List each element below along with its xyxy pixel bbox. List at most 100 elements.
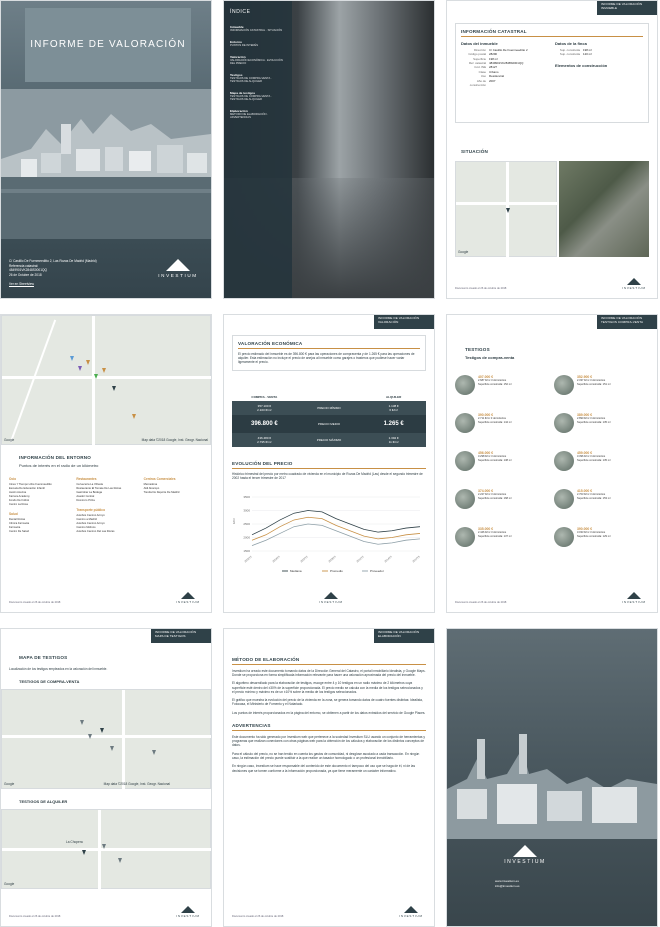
cover-address-line: C/ Castillo De Fuenmeeditto 2, Las Rozas… [9, 259, 97, 263]
poi-column: Ocio Cines Y Tiempo Libre Fuenmeeditto E… [9, 477, 52, 534]
poi-pin-icon[interactable] [132, 414, 136, 419]
testigo-card[interactable]: 374.000 €2.227 €/m² 3 dormitorios Superfi… [455, 489, 550, 519]
testigo-pin-icon[interactable] [100, 728, 104, 733]
village-photo [447, 734, 657, 839]
toc-group[interactable]: Valoración VALORACIÓN ECONÓMICA · EVOLUCI… [230, 55, 286, 65]
evolucion-title: EVOLUCIÓN DEL PRECIO [232, 461, 293, 466]
toc-group[interactable]: Mapa de testigos TESTIGOS DE COMPRA-VENTA… [230, 91, 286, 101]
cover-title: INFORME DE VALORACIÓN [30, 39, 186, 50]
y-tick-label: 3500 [243, 495, 250, 499]
cover-address: C/ Castillo De Fuenmeeditto 2, Las Rozas… [9, 259, 97, 286]
place-label: La Chopera [66, 840, 83, 844]
testigo-card[interactable]: 415.000 €2.703 €/m² 3 dormitorios Superfi… [554, 489, 649, 519]
google-attribution: Google [4, 437, 15, 442]
testigo-card[interactable]: 389.000 €2.890 €/m² 3 dormitorios Superfi… [554, 413, 649, 443]
testigo-pin-icon[interactable] [88, 734, 92, 739]
logo-mark-icon [404, 906, 418, 913]
x-tick-label: 2017T3 [411, 554, 421, 563]
metodo-paragraph: El algoritmo desarrollado para la elabor… [232, 681, 423, 694]
testigos-title: TESTIGOS [465, 347, 490, 352]
page-header: INFORME DE VALORACIÓN TESTIGOS COMPRA-VEN… [597, 315, 657, 329]
brand-wordmark: INVESTIUM [158, 273, 198, 278]
property-photo [455, 527, 475, 547]
aerial-photo [559, 161, 649, 257]
divider [461, 36, 643, 37]
testigo-pin-icon[interactable] [152, 750, 156, 755]
back-logo: INVESTIUM [495, 845, 555, 865]
cover-logo: INVESTIUM [153, 259, 203, 278]
catastro-title: INFORMACIÓN CATASTRAL [461, 29, 527, 34]
property-photo [554, 375, 574, 395]
toc-group[interactable]: Inmueble INFORMACIÓN CATASTRAL · SITUACIÓ… [230, 25, 286, 32]
table-header: COMPRA - VENTA ALQUILER [251, 395, 402, 399]
advertencia-paragraph: En ningún caso, Investium se hace respon… [232, 764, 416, 773]
advertencia-paragraph: Para el cálculo del precio, no se han te… [232, 751, 420, 760]
datos-finca-title: Datos de la finca [555, 40, 587, 46]
mapa-testigos-title: MAPA DE TESTIGOS [19, 655, 68, 660]
footer-logo: INVESTIUM [619, 592, 649, 606]
property-photo [554, 527, 574, 547]
footer-note: Documento creado el 26 de octubre de 201… [232, 915, 284, 918]
google-attribution: Google [4, 881, 15, 886]
map-terms: Map data ©2018 Google, Inst. Geogr. Naci… [103, 781, 170, 786]
toc-panel: ÍNDICE Inmueble INFORMACIÓN CATASTRAL · S… [224, 1, 292, 298]
logo-mark-icon [181, 906, 195, 913]
location-pin-icon [506, 208, 510, 213]
poi-pin-icon[interactable] [112, 386, 116, 391]
catastro-row: Año de construcción 2007 [469, 78, 496, 87]
back-contact: www.investium.es info@investium.es [495, 879, 520, 889]
testigo-pin-icon[interactable] [110, 746, 114, 751]
valoracion-page: INFORME DE VALORACIÓN VALORACIÓN VALORACI… [224, 315, 434, 612]
divider [238, 348, 420, 349]
poi-pin-icon[interactable] [102, 368, 106, 373]
legend-label: Mediana [290, 569, 302, 573]
testigo-card[interactable]: 407.000 €2.687 €/m² 3 dormitorios Superfi… [455, 375, 550, 405]
poi-column: Restaurantes Cervecería La Viñuela Resta… [76, 477, 122, 534]
testigo-pin-icon[interactable] [102, 844, 106, 849]
sale-map[interactable]: Google Map data ©2018 Google, Inst. Geog… [1, 689, 211, 790]
testigo-pin-icon[interactable] [80, 720, 84, 725]
poi-pin-icon[interactable] [70, 356, 74, 361]
brand-wordmark: INVESTIUM [504, 859, 546, 865]
testigo-pin-icon[interactable] [82, 850, 86, 855]
y-tick-label: 2500 [243, 522, 250, 526]
map-terms: Map data ©2018 Google, Inst. Geogr. Naci… [141, 437, 208, 442]
testigo-card[interactable]: 352.900 €2.337 €/m² 3 dormitorios Superfi… [554, 375, 649, 405]
toc-group[interactable]: Entorno PUNTOS DE INTERÉS [230, 40, 286, 47]
testigo-card[interactable]: 390.000 €3.033 €/m² 3 dormitorios Superfi… [554, 527, 649, 557]
page-header: INFORME DE VALORACIÓN ELABORACIÓN [374, 629, 434, 643]
sale-map-title: TESTIGOS DE COMPRA-VENTA [19, 679, 80, 684]
entorno-map[interactable]: Google Map data ©2018 Google, Inst. Geog… [1, 315, 211, 446]
footer-logo: INVESTIUM [173, 906, 203, 920]
footer-logo: INVESTIUM [316, 592, 346, 606]
poi-pin-icon[interactable] [78, 366, 82, 371]
testigo-card[interactable]: 459.000 €3.396 €/m² 3 dormitorios Superfi… [554, 451, 649, 481]
page-header: INFORME DE VALORACIÓN INMUEBLE [597, 1, 657, 15]
property-photo [455, 451, 475, 471]
email-link[interactable]: info@investium.es [495, 884, 520, 889]
elementos-title: Elementos de construcción [555, 62, 608, 68]
toc-group[interactable]: Elaboración MÉTODO DE ELABORACIÓN · ADVER… [230, 109, 286, 119]
testigo-card[interactable]: 456.000 €3.298 €/m² 3 dormitorios Superfi… [455, 451, 550, 481]
poi-pin-icon[interactable] [86, 360, 90, 365]
metodo-paragraph: El gráfico que muestra la evolución del … [232, 698, 423, 707]
table-row: 357.100 €2.103 €/m² PRECIO MÍNIMO 1.138 … [232, 401, 426, 415]
finca-row: Sup. construida 120 m² [559, 52, 592, 57]
google-attribution: Google [4, 781, 15, 786]
cover-date: 26 de Octubre de 2018 [9, 272, 42, 277]
logo-mark-icon [513, 845, 537, 857]
toc-title: ÍNDICE [230, 9, 251, 15]
testigo-pin-icon[interactable] [118, 858, 122, 863]
testigo-card[interactable]: 390.000 €2.711 €/m² 3 dormitorios Superfi… [455, 413, 550, 443]
toc-page: ÍNDICE Inmueble INFORMACIÓN CATASTRAL · S… [224, 1, 434, 298]
situacion-title: SITUACIÓN [461, 149, 489, 154]
entorno-title: INFORMACIÓN DEL ENTORNO [19, 455, 92, 460]
streetview-link[interactable]: Ver en Streetview [9, 282, 97, 287]
situacion-map[interactable]: Google [455, 161, 558, 258]
toc-group[interactable]: Testigos TESTIGOS DE COMPRA-VENTA · TESTI… [230, 73, 286, 83]
page-header: INFORME DE VALORACIÓN MAPA DE TESTIGOS [151, 629, 211, 643]
testigo-card[interactable]: 335.000 €2.446 €/m² 3 dormitorios Superfi… [455, 527, 550, 557]
y-tick-label: 1500 [243, 549, 250, 553]
rent-map[interactable]: La Chopera Google [1, 809, 211, 890]
poi-pin-icon[interactable] [94, 374, 98, 379]
